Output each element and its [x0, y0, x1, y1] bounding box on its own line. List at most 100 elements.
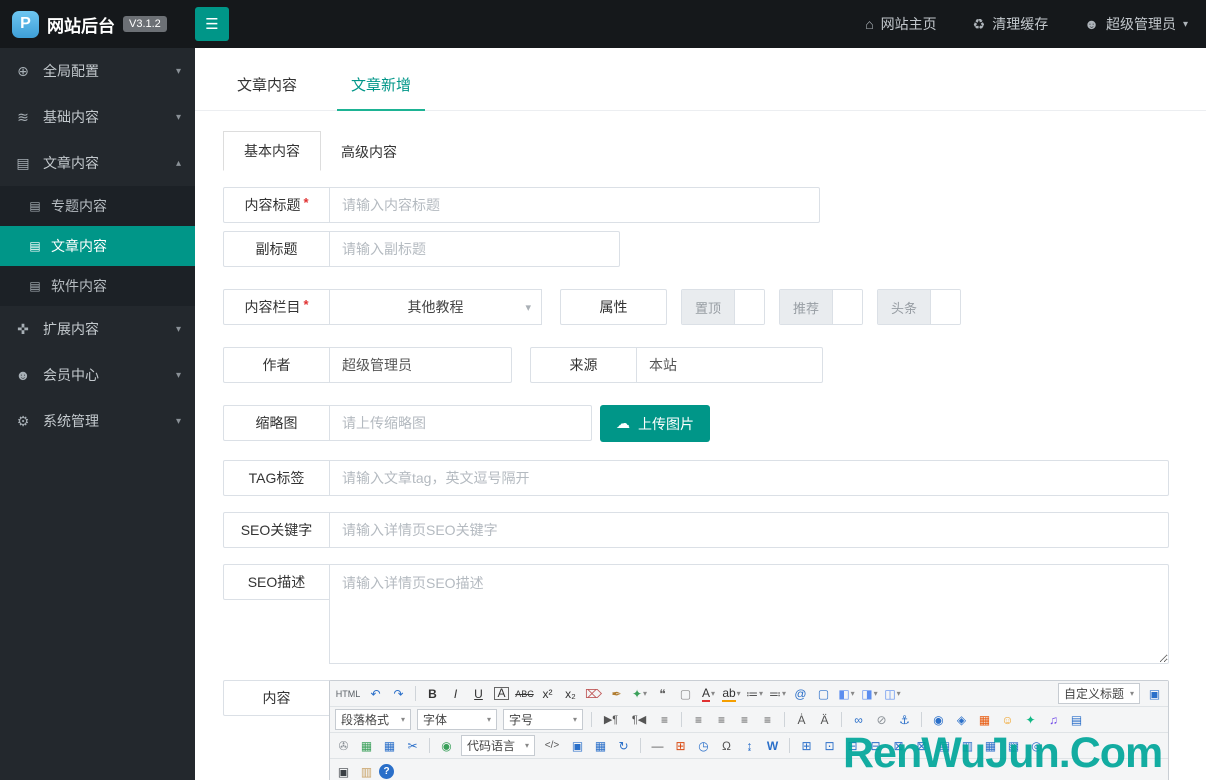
image-remote-icon[interactable]: ▦: [379, 735, 400, 756]
insert-row-below-icon[interactable]: ⊟: [865, 735, 886, 756]
insert-link-icon[interactable]: ∞: [848, 709, 869, 730]
auto-typeset-icon[interactable]: ✦ ▾: [629, 683, 650, 704]
bold-icon[interactable]: B: [422, 683, 443, 704]
font-color-icon[interactable]: A ▾: [698, 683, 719, 704]
cell-props-icon[interactable]: ⊡: [819, 735, 840, 756]
eraser-icon[interactable]: ⌦: [583, 683, 604, 704]
delete-col-icon[interactable]: ▥: [957, 735, 978, 756]
horizontal-rule-icon[interactable]: —: [647, 735, 668, 756]
blank-page-icon[interactable]: ▢: [813, 683, 834, 704]
magnifier-icon[interactable]: ◎: [1026, 735, 1047, 756]
font-select[interactable]: 字体 ▾: [417, 709, 497, 730]
insert-row-above-icon[interactable]: ⊟: [842, 735, 863, 756]
tag-input[interactable]: [329, 460, 1169, 496]
insert-image-icon[interactable]: ▦: [974, 709, 995, 730]
seo-keyword-input[interactable]: [329, 512, 1169, 548]
submenu-item-topic-content[interactable]: ▤ 专题内容: [0, 186, 195, 226]
preview-monitor-icon[interactable]: ▣: [1144, 683, 1165, 704]
insert-code-icon[interactable]: </>: [539, 735, 565, 756]
strikethrough-icon[interactable]: ABC: [514, 683, 535, 704]
sidebar-item-extension-content[interactable]: ✜ 扩展内容 ▾: [0, 306, 195, 352]
align-left-icon[interactable]: ≡: [688, 709, 709, 730]
undo-icon[interactable]: ↶: [365, 683, 386, 704]
help-icon[interactable]: ?: [379, 764, 394, 779]
redo-icon[interactable]: ↷: [388, 683, 409, 704]
sidebar-toggle-button[interactable]: ☰: [195, 7, 229, 41]
sidebar-item-global-config[interactable]: ⊕ 全局配置 ▾: [0, 48, 195, 94]
attr-recommend-checkbox[interactable]: [832, 290, 863, 324]
image-align-bottom-icon[interactable]: ◫ ▾: [882, 683, 903, 704]
baidu-map-icon[interactable]: ◈: [951, 709, 972, 730]
superscript-icon[interactable]: x²: [537, 683, 558, 704]
paragraph-ltr-icon[interactable]: ▶¶: [598, 709, 624, 730]
code-theme-icon[interactable]: ◉: [436, 735, 457, 756]
table-props-icon[interactable]: ⊞: [796, 735, 817, 756]
tab-basic-content[interactable]: 基本内容: [223, 131, 321, 171]
sidebar-item-member-center[interactable]: ☻ 会员中心 ▾: [0, 352, 195, 398]
subtitle-input[interactable]: [329, 231, 620, 267]
size-select[interactable]: 字号 ▾: [503, 709, 583, 730]
subscript-icon[interactable]: x₂: [560, 683, 581, 704]
tab-article-new[interactable]: 文章新增: [337, 68, 426, 111]
merge-cells-icon[interactable]: ▦: [980, 735, 1001, 756]
tab-article-content[interactable]: 文章内容: [223, 68, 311, 110]
clipboard-paste-icon[interactable]: ▥: [356, 761, 377, 780]
nav-site-home-link[interactable]: ⌂ 网站主页: [865, 14, 936, 34]
page-break-icon[interactable]: ↨: [739, 735, 760, 756]
image-align-middle-icon[interactable]: ◨ ▾: [859, 683, 880, 704]
paragraph-select[interactable]: 段落格式 ▾: [335, 709, 411, 730]
anchor-a-icon[interactable]: @: [790, 683, 811, 704]
italic-icon[interactable]: I: [445, 683, 466, 704]
paragraph-rtl-icon[interactable]: ¶◀: [626, 709, 652, 730]
image-align-top-icon[interactable]: ◧ ▾: [836, 683, 857, 704]
word-import-icon[interactable]: W: [762, 735, 783, 756]
flash-icon[interactable]: ✦: [1020, 709, 1041, 730]
align-justify-icon[interactable]: ≡: [757, 709, 778, 730]
clock-icon[interactable]: ◷: [693, 735, 714, 756]
ordered-list-icon[interactable]: ≔ ▾: [744, 683, 765, 704]
blockquote-icon[interactable]: ❝: [652, 683, 673, 704]
nav-admin-menu[interactable]: ☻ 超级管理员 ▾: [1084, 14, 1188, 34]
source-input[interactable]: [636, 347, 823, 383]
tab-advanced-content[interactable]: 高级内容: [321, 133, 417, 171]
letter-case-upper-icon[interactable]: Ȧ: [791, 709, 812, 730]
emoticons-icon[interactable]: ☺: [997, 709, 1018, 730]
paste-plain-icon[interactable]: ▣: [567, 735, 588, 756]
category-select[interactable]: 其他教程 ▾: [329, 289, 542, 325]
code-lang-select[interactable]: 代码语言 ▾: [461, 735, 535, 756]
letter-case-lower-icon[interactable]: Ä: [814, 709, 835, 730]
title-input[interactable]: [329, 187, 820, 223]
book-icon[interactable]: ▤: [1066, 709, 1087, 730]
screenshot-icon[interactable]: ✂: [402, 735, 423, 756]
insert-col-left-icon[interactable]: ⊠: [888, 735, 909, 756]
table-icon[interactable]: ▦: [590, 735, 611, 756]
align-right-icon[interactable]: ≡: [734, 709, 755, 730]
sidebar-item-basic-content[interactable]: ≋ 基础内容 ▾: [0, 94, 195, 140]
special-char-icon[interactable]: Ω: [716, 735, 737, 756]
submenu-item-software-content[interactable]: ▤ 软件内容: [0, 266, 195, 306]
image-local-icon[interactable]: ▦: [356, 735, 377, 756]
font-border-icon[interactable]: A: [491, 683, 512, 704]
attachment-icon[interactable]: ✇: [333, 735, 354, 756]
submenu-item-article-content[interactable]: ▤ 文章内容: [0, 226, 195, 266]
background-color-icon[interactable]: ab ▾: [721, 683, 742, 704]
underline-icon[interactable]: U: [468, 683, 489, 704]
anchor-icon[interactable]: ⚓: [894, 709, 915, 730]
thumbnail-input[interactable]: [329, 405, 592, 441]
upload-image-button[interactable]: ☁ 上传图片: [600, 405, 710, 442]
calendar-icon[interactable]: ⊞: [670, 735, 691, 756]
custom-title-select[interactable]: 自定义标题 ▾: [1058, 683, 1140, 704]
line-height-icon[interactable]: ≡: [654, 709, 675, 730]
sidebar-item-article-content[interactable]: ▤ 文章内容 ▴: [0, 140, 195, 186]
format-brush-icon[interactable]: ✒: [606, 683, 627, 704]
split-cells-icon[interactable]: ▧: [1003, 735, 1024, 756]
new-document-icon[interactable]: ▢: [675, 683, 696, 704]
sidebar-item-system-manage[interactable]: ⚙ 系统管理 ▾: [0, 398, 195, 444]
refresh-icon[interactable]: ↻: [613, 735, 634, 756]
insert-media-icon[interactable]: ♫: [1043, 709, 1064, 730]
unordered-list-icon[interactable]: ≕ ▾: [767, 683, 788, 704]
unlink-icon[interactable]: ⊘: [871, 709, 892, 730]
attr-stick-top-checkbox[interactable]: [734, 290, 765, 324]
attr-headline-checkbox[interactable]: [930, 290, 961, 324]
map-icon[interactable]: ◉: [928, 709, 949, 730]
